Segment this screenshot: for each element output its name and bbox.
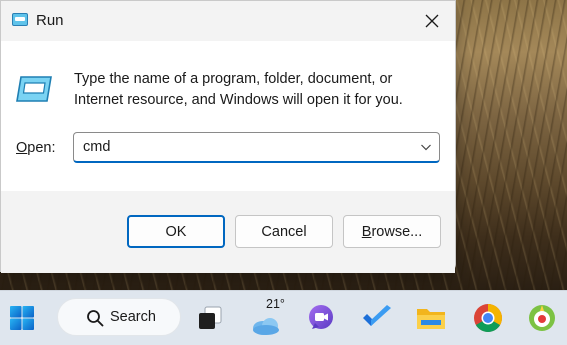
weather-widget[interactable] [249,307,283,341]
browse-button[interactable]: Browse... [343,215,441,248]
close-icon [425,14,439,28]
app-button[interactable] [525,301,559,335]
browse-accelerator: B [361,223,372,240]
task-view-icon [199,306,222,329]
description-text: Type the name of a program, folder, docu… [74,71,403,108]
app-icon [529,305,555,331]
search-icon [87,310,104,327]
run-dialog: Run Type the name of a program, folder, … [0,0,456,273]
run-app-icon [12,13,28,26]
chrome-button[interactable] [471,301,505,335]
weather-temperature: 21° [266,297,285,311]
open-combobox[interactable]: cmd [73,132,440,163]
search-label: Search [110,309,156,325]
open-label: Open: [16,140,56,156]
task-view-button[interactable] [193,301,227,335]
chrome-icon [474,304,502,332]
open-label-accelerator: O [16,140,28,156]
open-input[interactable]: cmd [83,139,110,155]
dialog-footer: OK Cancel Browse... [1,191,455,273]
dialog-content: Type the name of a program, folder, docu… [1,41,455,191]
file-explorer-icon [417,309,445,329]
weather-icon [253,318,279,335]
chevron-down-icon[interactable] [420,142,432,152]
taskbar-search[interactable]: Search [57,298,181,336]
title-bar[interactable]: Run [1,1,455,41]
video-chat-icon [309,305,333,329]
browse-label: rowse... [371,223,423,240]
taskbar: Search 21° [0,290,567,345]
close-button[interactable] [409,1,455,41]
open-label-text: pen: [27,140,56,156]
windows-start-icon [10,306,34,330]
start-button[interactable] [5,301,39,335]
todo-icon [363,305,391,326]
run-icon [16,76,52,102]
ok-button[interactable]: OK [127,215,225,248]
cancel-button[interactable]: Cancel [235,215,333,248]
window-title: Run [36,12,64,29]
video-chat-button[interactable] [304,301,338,335]
todo-button[interactable] [360,301,394,335]
file-explorer-button[interactable] [414,301,448,335]
